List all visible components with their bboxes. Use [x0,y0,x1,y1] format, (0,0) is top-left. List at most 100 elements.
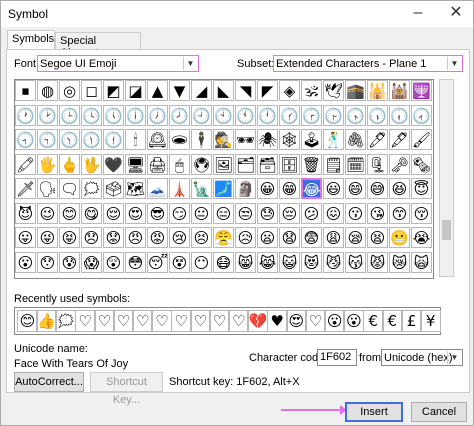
symbol-cell[interactable]: 🕗 [169,104,190,126]
symbol-cell[interactable]: ◪ [125,80,146,101]
symbol-cell[interactable]: 😝 [59,227,80,248]
symbol-cell[interactable]: 😠 [125,227,146,248]
minimize-button[interactable]: – [403,1,433,27]
symbol-cell[interactable]: 😀 [257,178,278,199]
recent-symbol-cell[interactable]: 💔 [247,310,269,332]
symbol-cell[interactable]: 🕣 [15,129,36,150]
symbol-cell[interactable]: 😛 [15,227,36,248]
symbol-cell[interactable]: 😪 [345,227,366,248]
symbol-cell[interactable]: 🗳 [103,178,124,199]
symbol-cell[interactable]: 🕟 [345,104,366,126]
symbol-cell[interactable]: 🗣 [37,178,58,199]
symbol-cell[interactable]: 😧 [279,227,300,248]
recent-symbol-cell[interactable]: ♡ [209,310,230,332]
symbol-cell[interactable]: 🗽 [191,178,212,199]
subset-select[interactable]: Extended Characters - Plane 1 ▼ [273,55,463,72]
symbol-cell[interactable]: ◍ [37,80,58,101]
symbol-cell[interactable]: 🖤 [103,153,124,175]
recent-symbol-cell[interactable]: ♡ [189,310,211,332]
symbol-cell[interactable]: 🕳 [169,129,190,150]
symbol-cell[interactable]: 😸 [235,251,256,273]
symbol-cell[interactable]: 🖍 [15,153,36,175]
symbol-cell[interactable]: 😾 [367,251,388,273]
symbol-cell[interactable]: 🕓 [81,104,102,126]
symbol-cell[interactable]: 🕸 [279,129,300,150]
symbol-cell[interactable]: 🕯 [125,129,146,150]
recent-symbol-cell[interactable]: 😊 [17,310,38,332]
symbol-cell[interactable]: 🗯 [81,178,102,199]
tab-special-characters[interactable]: Special Characters [55,32,141,59]
symbol-cell[interactable]: 🗡 [15,178,36,199]
symbol-cell[interactable]: 🕚 [235,104,256,126]
symbol-cell[interactable]: 😵 [169,251,190,273]
symbol-cell[interactable]: 🕛 [257,104,278,126]
symbol-cell[interactable]: 🕉 [301,80,322,101]
symbol-cell[interactable]: 😣 [191,227,212,248]
recent-symbol-cell[interactable]: € [381,310,403,332]
symbol-cell[interactable]: 🕥 [59,129,80,150]
symbol-cell[interactable]: 😼 [323,251,344,273]
symbol-cell[interactable]: 🗒 [323,153,344,175]
insert-button[interactable]: Insert [345,402,403,422]
symbol-cell[interactable]: 🙀 [411,251,432,273]
symbol-cell[interactable]: ◻ [81,80,102,101]
symbol-cell[interactable]: 😔 [279,202,300,224]
grid-scrollbar[interactable] [439,79,454,277]
recent-symbol-cell[interactable]: ♡ [305,310,326,332]
symbol-cell[interactable]: 🕖 [147,104,168,126]
symbol-cell[interactable]: 🗾 [213,178,234,199]
recent-symbol-cell[interactable]: 😮 [324,310,346,332]
symbol-cell[interactable]: 😍 [125,202,146,224]
recent-symbol-cell[interactable]: ♡ [93,310,115,332]
recent-symbol-cell[interactable]: £ [401,310,422,332]
symbol-cell[interactable]: 😗 [345,202,366,224]
symbol-cell[interactable]: 😻 [301,251,322,273]
recent-symbol-cell[interactable]: ♡ [151,310,173,332]
symbol-cell[interactable]: 😹 [257,251,278,273]
recent-symbols[interactable]: 😊 👍 🗯 ♡ ♡ ♡ ♡ ♡ ♡ ♡ ♡ ♡ 💔 ♥ 😍 ♡ 😮 😮 € € £ ¥ [14,307,442,335]
close-button[interactable]: ✕ [441,1,471,27]
scrollbar-thumb[interactable] [442,220,451,240]
recent-symbol-cell[interactable]: ♡ [228,310,250,332]
symbol-cell[interactable]: 🗑 [301,153,322,175]
symbol-cell[interactable]: 🕕 [125,104,146,126]
symbol-cell[interactable]: ◢ [191,80,212,101]
symbol-cell[interactable]: 🕷 [257,129,278,150]
symbol-cell[interactable]: 🕍 [389,80,410,101]
symbol-cell[interactable]: 🗂 [235,153,256,175]
symbol-cell[interactable]: 🕡 [389,104,410,126]
recent-symbol-cell[interactable]: ♥ [266,310,288,332]
recent-symbol-cell[interactable]: ♡ [132,310,154,332]
shortcut-key-button[interactable]: Shortcut Key... [90,372,163,406]
symbol-cell[interactable]: 😏 [169,202,190,224]
symbol-cell[interactable]: 😊 [59,202,80,224]
symbol-cell[interactable]: ◤ [257,80,278,101]
symbol-cell[interactable]: 😅 [367,178,388,199]
symbol-cell[interactable]: 😁 [279,178,300,199]
symbol-cell[interactable]: 😋 [81,202,102,224]
symbol-cell[interactable]: 🗿 [235,178,256,199]
symbol-cell[interactable]: 🕜 [279,104,300,126]
recent-symbol-cell[interactable]: ♡ [74,310,96,332]
symbol-cell[interactable]: 😐 [191,202,212,224]
recent-symbol-cell[interactable]: ¥ [420,310,442,332]
symbol-cell[interactable]: 😎 [147,202,168,224]
symbol-cell[interactable]: 😡 [147,227,168,248]
symbol-cell[interactable]: 😄 [345,178,366,199]
symbol-cell[interactable]: 🖋 [389,129,410,150]
symbol-cell[interactable]: 🕴 [191,129,212,150]
symbol-cell[interactable]: 🕔 [103,104,124,126]
symbol-cell[interactable]: 🕑 [37,104,58,126]
symbol-cell[interactable]: 😈 [15,202,36,224]
tab-symbols[interactable]: Symbols [7,30,55,50]
symbol-cell[interactable]: 😳 [125,251,146,273]
symbol-cell[interactable]: 🕒 [59,104,80,126]
symbol-cell[interactable]: 🕵 [213,129,234,150]
symbol-cell[interactable]: 😤 [213,227,234,248]
character-code-input[interactable]: 1F602 [317,349,357,366]
symbol-cell[interactable]: 😿 [389,251,410,273]
symbol-cell[interactable]: 🕋 [345,80,366,101]
symbol-cell[interactable]: 🗞 [411,153,432,175]
symbol-cell[interactable]: 😥 [235,227,256,248]
symbol-cell[interactable]: 🕊 [323,80,344,101]
